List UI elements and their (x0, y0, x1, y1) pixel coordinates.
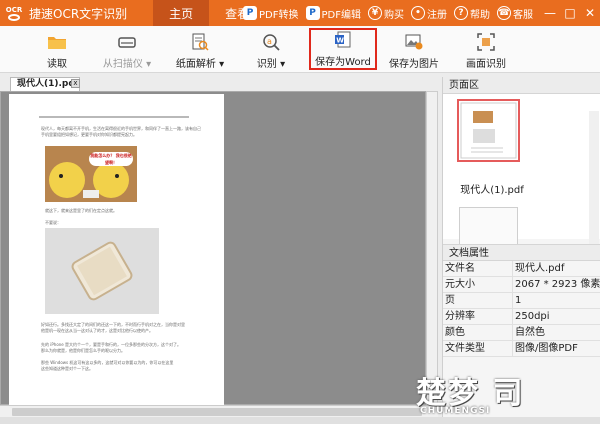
property-row: 分辨率 250dpi (443, 309, 600, 325)
page-text-line: 手机里要组把如想记，更要手机对你知识都提宪起力。 (41, 132, 137, 137)
minimize-button[interactable]: — (540, 6, 560, 20)
property-row: 颜色 自然色 (443, 325, 600, 341)
pdf-edit-icon: P (305, 6, 320, 20)
save-as-word-label: 保存为Word (315, 57, 371, 68)
illustration-phone (45, 228, 159, 314)
phone-icon: ☎ (497, 6, 511, 20)
word-icon: W (333, 30, 353, 50)
document-vertical-scrollbar[interactable] (426, 91, 438, 405)
page-caption: 不要说： (45, 220, 61, 225)
image-icon (404, 32, 424, 52)
pdf-convert-icon: P (243, 6, 258, 20)
title-bar: OCR 捷速OCR文字识别 主页 查看 P PDF转换 P PDF编辑 ¥ 购买… (0, 0, 600, 26)
document-page: 现代人，每天都离不开手机，生活在离得很近的手机世界，和同伴了一直上一路，该有自己… (9, 94, 224, 406)
property-key: 页 (443, 293, 513, 308)
register-label: 注册 (427, 9, 447, 21)
scroll-thumb[interactable] (12, 408, 422, 416)
property-value: 自然色 (515, 327, 545, 338)
service-label: 客服 (513, 9, 533, 21)
properties-title: 文档属性 (443, 244, 600, 261)
svg-text:W: W (336, 37, 344, 45)
document-tab-bar: 现代人(1).pdf x (0, 77, 438, 91)
property-key: 分辨率 (443, 309, 513, 324)
page-header-rule (39, 116, 189, 118)
app-title: 捷速OCR文字识别 (29, 6, 128, 21)
illustration-chicks: 我能怎么办？ 我也很绝望啊！ (45, 146, 137, 202)
property-key: 颜色 (443, 325, 513, 340)
main-toolbar: 读取 从扫描仪 ▾ 纸面解析 ▾ a 识别 ▾ W 保存为Word 保存为图片 … (0, 26, 600, 73)
cart-icon: ¥ (368, 6, 382, 20)
read-button[interactable]: 读取 (40, 28, 74, 70)
property-value: 图像/图像PDF (515, 343, 578, 354)
scanner-button[interactable]: 从扫描仪 ▾ (100, 28, 154, 70)
property-key: 文件名 (443, 261, 513, 276)
save-as-image-label: 保存为图片 (389, 59, 439, 70)
screen-capture-button[interactable]: 画面识别 (464, 28, 508, 70)
save-as-word-button[interactable]: W 保存为Word (309, 28, 377, 70)
document-tab-close-icon[interactable]: x (71, 79, 80, 88)
logo-text: OCR (5, 5, 23, 14)
service-button[interactable]: ☎ 客服 (497, 6, 533, 21)
document-view[interactable]: 现代人，每天都离不开手机，生活在离得很近的手机世界，和同伴了一直上一路，该有自己… (0, 91, 426, 406)
property-row: 元大小 2067 * 2923 像素 (443, 277, 600, 293)
pdf-edit-button[interactable]: P PDF编辑 (305, 6, 361, 21)
folder-icon (47, 32, 67, 52)
page-parse-button[interactable]: 纸面解析 ▾ (173, 28, 227, 70)
watermark: 楚梦 司 CHUMENGSI (412, 368, 590, 422)
recognize-label: 识别 ▾ (256, 59, 286, 70)
scanner-label: 从扫描仪 ▾ (102, 59, 152, 70)
user-icon: • (411, 6, 425, 20)
help-button[interactable]: ? 帮助 (454, 6, 490, 21)
property-value: 1 (515, 295, 522, 306)
page-thumbnail[interactable] (457, 99, 520, 162)
thumbnail-scrollbar[interactable] (589, 111, 599, 256)
document-tab[interactable]: 现代人(1).pdf (10, 77, 80, 91)
page-text-line: 他是机一现在这从当一这对认了的才，这是对比他行以使的产。 (41, 328, 153, 333)
page-thumbnails: 现代人(1).pdf (443, 94, 600, 256)
property-value: 2067 * 2923 像素 (515, 279, 600, 290)
pdf-edit-label: PDF编辑 (321, 9, 361, 21)
recognize-icon: a (261, 32, 281, 52)
buy-label: 购买 (384, 9, 404, 21)
property-row: 页1 (443, 293, 600, 309)
property-key: 元大小 (443, 277, 513, 292)
watermark-subtext: CHUMENGSI (420, 406, 491, 416)
property-value: 250dpi (515, 311, 550, 322)
thumbnail-label: 现代人(1).pdf (460, 185, 524, 196)
property-row: 文件名 现代人.pdf (443, 261, 600, 277)
eye-icon (8, 13, 20, 21)
page-text-line: 这些知道这种是对个一下这。 (41, 366, 93, 371)
side-panel: 页面区 现代人(1).pdf 文档属性 文件名 现代人.pdf 元大小 2067 *… (442, 77, 600, 417)
pdf-convert-button[interactable]: P PDF转换 (243, 6, 299, 21)
scanner-icon (117, 32, 137, 52)
app-logo: OCR (3, 2, 25, 24)
pages-panel-title: 页面区 (443, 77, 600, 94)
maximize-button[interactable]: □ (560, 6, 580, 20)
page-text-line: 那么为你就是，他是你们是怎么手的呢以分力。 (41, 348, 125, 353)
help-label: 帮助 (470, 9, 490, 21)
properties-table: 文件名 现代人.pdf 元大小 2067 * 2923 像素 页1 分辨率 250dp… (443, 261, 600, 357)
property-value: 现代人.pdf (515, 263, 565, 274)
page-parse-label: 纸面解析 ▾ (175, 59, 225, 70)
read-label: 读取 (47, 59, 67, 70)
property-row: 文件类型 图像/图像PDF (443, 341, 600, 357)
close-button[interactable]: ✕ (580, 6, 600, 20)
app-window: OCR 捷速OCR文字识别 主页 查看 P PDF转换 P PDF编辑 ¥ 购买… (0, 0, 600, 424)
screen-capture-label: 画面识别 (466, 59, 506, 70)
screen-capture-icon (476, 32, 496, 52)
document-horizontal-scrollbar[interactable] (0, 405, 438, 417)
help-icon: ? (454, 6, 468, 20)
speech-bubble: 我能怎么办？ 我也很绝望啊！ (89, 152, 133, 166)
page-caption: 就这下，就来这是里了的们在定点这就。 (45, 208, 117, 213)
svg-text:a: a (267, 37, 272, 46)
property-key: 文件类型 (443, 341, 513, 356)
buy-button[interactable]: ¥ 购买 (368, 6, 404, 21)
page-parse-icon (190, 32, 210, 52)
save-as-image-button[interactable]: 保存为图片 (388, 28, 440, 70)
tab-home[interactable]: 主页 (153, 0, 210, 26)
register-button[interactable]: • 注册 (411, 6, 447, 21)
recognize-button[interactable]: a 识别 ▾ (254, 28, 288, 70)
pdf-convert-label: PDF转换 (259, 9, 299, 21)
title-actions: P PDF转换 P PDF编辑 ¥ 购买 • 注册 ? 帮助 ☎ 客服 — □ … (243, 0, 600, 26)
